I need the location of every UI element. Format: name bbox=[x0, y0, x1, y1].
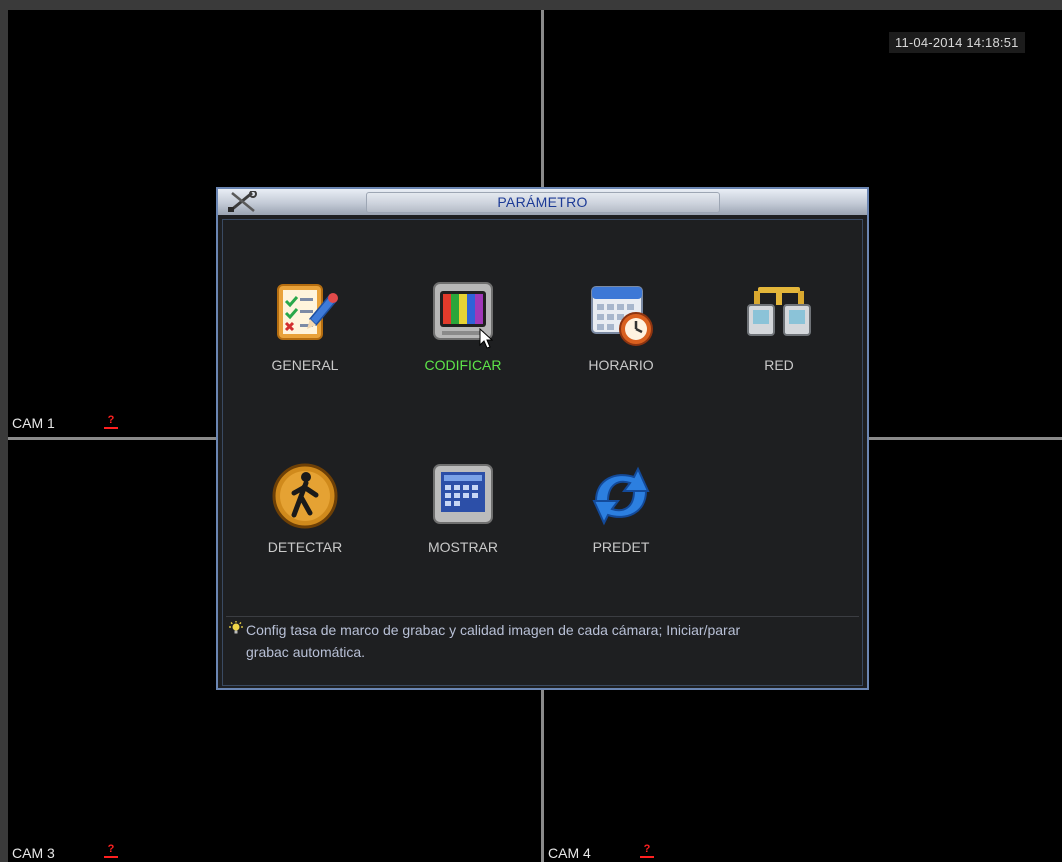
reset-arrows-icon bbox=[592, 466, 650, 526]
motion-person-icon bbox=[272, 463, 338, 529]
dialog-titlebar: PARÁMETRO bbox=[218, 189, 867, 215]
display-monitor-icon bbox=[433, 464, 493, 524]
menu-item-codificar[interactable]: CODIFICAR bbox=[388, 279, 538, 373]
help-text: Config tasa de marco de grabac y calidad… bbox=[228, 619, 828, 663]
lightbulb-icon bbox=[228, 619, 246, 641]
dialog-title: PARÁMETRO bbox=[497, 194, 588, 210]
menu-item-label: HORARIO bbox=[588, 357, 654, 373]
menu-item-general[interactable]: GENERAL bbox=[230, 279, 380, 373]
menu-item-detectar[interactable]: DETECTAR bbox=[230, 461, 380, 555]
help-text-line-1: Config tasa de marco de grabac y calidad… bbox=[246, 622, 741, 638]
menu-item-predet[interactable]: PREDET bbox=[546, 461, 696, 555]
menu-item-label: RED bbox=[764, 357, 794, 373]
help-text-line-2: grabac automática. bbox=[246, 644, 366, 660]
menu-item-label: GENERAL bbox=[271, 357, 339, 373]
camera-label-1: CAM 1 bbox=[12, 415, 55, 431]
record-alarm-icon: ? bbox=[104, 844, 118, 858]
mouse-cursor-icon bbox=[479, 328, 493, 349]
menu-item-mostrar[interactable]: MOSTRAR bbox=[388, 461, 538, 555]
menu-item-label: MOSTRAR bbox=[428, 539, 498, 555]
datetime-display: 11-04-2014 14:18:51 bbox=[889, 32, 1025, 53]
menu-item-label: DETECTAR bbox=[267, 539, 343, 555]
menu-item-red[interactable]: RED bbox=[704, 279, 854, 373]
menu-item-label: PREDET bbox=[592, 539, 650, 555]
camera-label-3: CAM 3 bbox=[12, 845, 55, 861]
calendar-clock-icon bbox=[591, 286, 653, 346]
record-alarm-icon: ? bbox=[640, 844, 654, 858]
record-alarm-icon: ? bbox=[104, 415, 118, 429]
checklist-icon bbox=[277, 284, 338, 340]
network-icon bbox=[747, 287, 811, 336]
menu-item-label: CODIFICAR bbox=[424, 357, 502, 373]
parameter-dialog: PARÁMETRO GENERAL CODIFICAR HORARIO RED … bbox=[216, 187, 869, 690]
menu-item-horario[interactable]: HORARIO bbox=[546, 279, 696, 373]
help-separator bbox=[226, 616, 859, 617]
camera-label-4: CAM 4 bbox=[548, 845, 591, 861]
